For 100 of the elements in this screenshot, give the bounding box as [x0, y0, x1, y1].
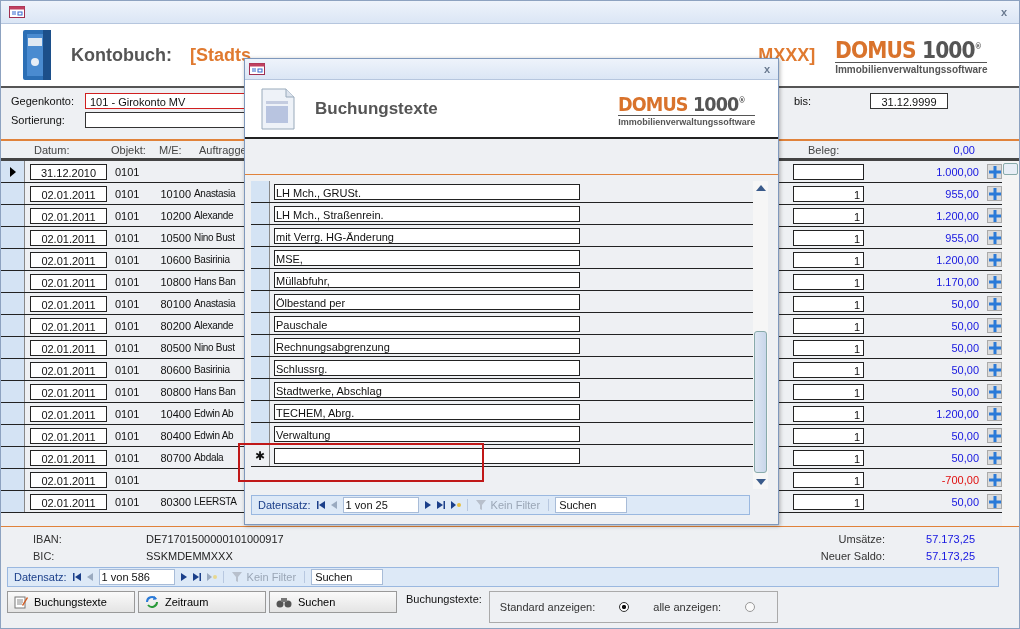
plus-icon: [988, 451, 1001, 464]
text-field[interactable]: Schlussrg.: [274, 359, 580, 376]
search-field[interactable]: Suchen: [311, 569, 384, 585]
table-cell-text: 0101: [115, 385, 141, 398]
receipt-field[interactable]: [793, 163, 864, 180]
amount-cell-text: 1.170,00: [935, 275, 979, 288]
sort-field[interactable]: [85, 112, 245, 128]
date-field[interactable]: 02.01.2011: [30, 471, 107, 488]
add-button[interactable]: [987, 164, 1002, 179]
date-field[interactable]: 02.01.2011: [30, 427, 107, 444]
amount-cell-text: 955,00: [944, 231, 979, 244]
text-field[interactable]: Pauschale: [274, 315, 580, 332]
receipt-field[interactable]: 1: [793, 361, 864, 378]
close-button[interactable]: x: [996, 6, 1011, 18]
text-field[interactable]: Ölbestand per: [274, 293, 580, 310]
search-field[interactable]: Suchen: [555, 497, 628, 513]
row-selector[interactable]: [1, 161, 25, 182]
scroll-down-icon[interactable]: [755, 479, 766, 485]
receipt-field[interactable]: 1: [793, 405, 864, 422]
add-button[interactable]: [987, 252, 1002, 267]
receipt-field[interactable]: 1: [793, 207, 864, 224]
add-button[interactable]: [987, 428, 1002, 443]
add-button[interactable]: [987, 230, 1002, 245]
receipt-field[interactable]: 1: [793, 383, 864, 400]
radio-button[interactable]: [619, 602, 630, 612]
add-button[interactable]: [987, 472, 1002, 487]
table-cell-text: 80100: [159, 297, 191, 310]
record-position-field[interactable]: 1 von 25: [342, 497, 419, 513]
plus-icon: [988, 341, 1001, 354]
previous-record-icon[interactable]: [86, 573, 93, 581]
first-record-icon[interactable]: [316, 501, 325, 509]
receipt-field[interactable]: 1: [793, 251, 864, 268]
add-button[interactable]: [987, 362, 1002, 377]
refresh-icon: [145, 595, 159, 609]
next-record-icon[interactable]: [424, 501, 431, 509]
receipt-field[interactable]: 1: [793, 229, 864, 246]
scrollbar[interactable]: [753, 181, 768, 489]
date-field[interactable]: 02.01.2011: [30, 185, 107, 202]
add-button[interactable]: [987, 384, 1002, 399]
amount-cell-text: -700,00: [940, 473, 979, 486]
radio-button[interactable]: [745, 602, 756, 612]
new-record-icon[interactable]: [450, 501, 461, 509]
scroll-up-icon[interactable]: [755, 185, 766, 191]
add-button[interactable]: [987, 208, 1002, 223]
date-field[interactable]: 02.01.2011: [30, 295, 107, 312]
receipt-field[interactable]: 1: [793, 317, 864, 334]
text-field[interactable]: TECHEM, Abrg.: [274, 403, 580, 420]
record-position-field[interactable]: 1 von 586: [98, 569, 175, 585]
last-record-icon[interactable]: [436, 501, 445, 509]
add-button[interactable]: [987, 296, 1002, 311]
receipt-field[interactable]: 1: [793, 471, 864, 488]
logo: DOMUS 1000$^{®}$ Immobilienverwaltungssoftware: [835, 35, 989, 75]
text-field[interactable]: Rechnungsabgrenzung: [274, 337, 580, 354]
date-field[interactable]: 02.01.2011: [30, 317, 107, 334]
date-field[interactable]: 31.12.2010: [30, 163, 107, 180]
previous-record-icon[interactable]: [330, 501, 337, 509]
toolbar-button[interactable]: Suchen: [269, 591, 397, 613]
date-field[interactable]: 02.01.2011: [30, 229, 107, 246]
add-button[interactable]: [987, 186, 1002, 201]
text-field[interactable]: LH Mch., GRUSt.: [274, 183, 580, 200]
add-button[interactable]: [987, 274, 1002, 289]
text-field[interactable]: mit Verrg. HG-Änderung: [274, 227, 580, 244]
add-button[interactable]: [987, 450, 1002, 465]
next-record-icon[interactable]: [180, 573, 187, 581]
add-button[interactable]: [987, 340, 1002, 355]
toolbar-button[interactable]: Buchungstexte: [7, 591, 135, 613]
text-field[interactable]: Müllabfuhr,: [274, 271, 580, 288]
date-field[interactable]: 02.01.2011: [30, 361, 107, 378]
toolbar-button[interactable]: Zeitraum: [138, 591, 266, 613]
add-button[interactable]: [987, 494, 1002, 509]
scrollbar[interactable]: [1002, 161, 1019, 526]
date-field[interactable]: 02.01.2011: [30, 383, 107, 400]
add-button[interactable]: [987, 406, 1002, 421]
date-field[interactable]: 02.01.2011: [30, 449, 107, 466]
account-field[interactable]: 101 - Girokonto MV: [85, 93, 245, 109]
add-button[interactable]: [987, 318, 1002, 333]
text-field[interactable]: MSE,: [274, 249, 580, 266]
table-cell-text: Alexande: [194, 210, 235, 221]
receipt-field[interactable]: 1: [793, 185, 864, 202]
first-record-icon[interactable]: [72, 573, 81, 581]
date-field[interactable]: 02.01.2011: [30, 405, 107, 422]
text-field[interactable]: Stadtwerke, Abschlag: [274, 381, 580, 398]
date-field[interactable]: 02.01.2011: [30, 339, 107, 356]
receipt-field[interactable]: 1: [793, 493, 864, 510]
text-field[interactable]: Verwaltung: [274, 425, 580, 442]
text-field[interactable]: LH Mch., Straßenrein.: [274, 205, 580, 222]
receipt-field[interactable]: 1: [793, 295, 864, 312]
date-field[interactable]: 02.01.2011: [30, 207, 107, 224]
account-title: [Stadts: [189, 44, 251, 66]
close-button[interactable]: x: [759, 63, 774, 75]
date-field[interactable]: 02.01.2011: [30, 273, 107, 290]
date-field[interactable]: 02.01.2011: [30, 493, 107, 510]
receipt-field[interactable]: 1: [793, 339, 864, 356]
receipt-field[interactable]: 1: [793, 449, 864, 466]
text-field[interactable]: [274, 447, 580, 464]
date-field[interactable]: 31.12.9999: [870, 93, 948, 109]
last-record-icon[interactable]: [192, 573, 201, 581]
receipt-field[interactable]: 1: [793, 273, 864, 290]
receipt-field[interactable]: 1: [793, 427, 864, 444]
date-field[interactable]: 02.01.2011: [30, 251, 107, 268]
